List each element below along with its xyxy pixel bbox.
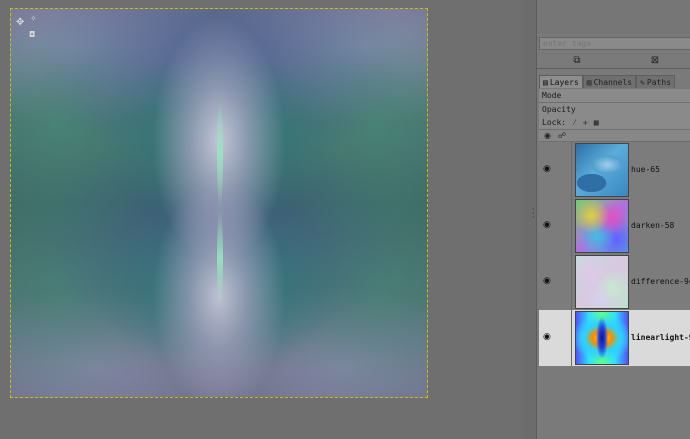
pointer-icon[interactable]: ◘: [29, 30, 35, 40]
tags-input[interactable]: [539, 37, 690, 50]
dock-tabs: ▤ Layers ▥ Channels ✎ Paths: [539, 75, 690, 88]
duplicate-icon[interactable]: ⧉: [570, 55, 584, 67]
layer-row-selected[interactable]: ◉ linearlight-98: [539, 310, 690, 366]
layer-thumbnail: [575, 199, 629, 253]
tab-channels[interactable]: ▥ Channels: [582, 75, 637, 88]
channels-icon: ▥: [586, 77, 592, 87]
drag-handle-icon[interactable]: · · ·: [532, 206, 535, 222]
lock-row: Lock: ⁄ ✛ ▦: [539, 116, 690, 130]
layer-row[interactable]: ◉ difference-94: [539, 254, 690, 310]
layer-thumbnail: [575, 143, 629, 197]
lock-pixels-icon[interactable]: ⁄: [572, 118, 577, 128]
mode-selector[interactable]: Mode: [539, 89, 690, 103]
canvas-navigation[interactable]: ✥ ✧ ◘: [16, 14, 46, 44]
opacity-slider[interactable]: Opacity: [539, 103, 690, 117]
layer-row[interactable]: ◉ darken-58: [539, 198, 690, 254]
layers-icon: ▤: [543, 77, 548, 87]
dock-top-panel: [537, 0, 690, 34]
tab-label: Paths: [646, 77, 672, 87]
layer-name[interactable]: darken-58: [631, 221, 674, 230]
tag-buttons: ⧉ ⊠: [537, 53, 690, 69]
layer-thumbnail: [575, 255, 629, 309]
layer-list-header: ◉ ☍: [539, 130, 690, 142]
layer-row[interactable]: ◉ hue-65: [539, 142, 690, 198]
eye-icon[interactable]: ◉: [543, 220, 551, 230]
right-dock: ⧉ ⊠ ▤ Layers ▥ Channels ✎ Paths Mode Opa…: [536, 0, 690, 439]
divider: [571, 198, 572, 254]
divider: [571, 142, 572, 198]
image-streak-top: [217, 99, 223, 209]
tab-paths[interactable]: ✎ Paths: [636, 75, 676, 88]
layers-list: ◉ hue-65 ◉ darken-58 ◉ difference-94 ◉ l…: [539, 142, 690, 368]
tab-label: Layers: [549, 77, 579, 87]
dock-separator[interactable]: · · ·: [524, 0, 536, 439]
clear-icon[interactable]: ⊠: [648, 55, 662, 67]
divider: [571, 310, 572, 366]
eye-icon[interactable]: ◉: [543, 276, 551, 286]
lock-position-icon[interactable]: ✛: [583, 118, 588, 127]
image-streak-bottom: [217, 209, 223, 309]
visibility-header-eye-icon: ◉: [544, 131, 551, 140]
canvas-area[interactable]: ✥ ✧ ◘: [0, 0, 524, 439]
layer-name[interactable]: linearlight-98: [631, 333, 690, 342]
canvas-image[interactable]: [10, 8, 428, 398]
divider: [537, 68, 690, 69]
layer-thumbnail: [575, 311, 629, 365]
paths-icon: ✎: [640, 77, 645, 87]
link-header-icon: ☍: [558, 131, 567, 140]
layer-name[interactable]: hue-65: [631, 165, 660, 174]
opacity-label: Opacity: [542, 105, 576, 114]
lock-alpha-icon[interactable]: ▦: [594, 118, 599, 127]
mode-label: Mode: [542, 91, 562, 100]
move-arrows-icon[interactable]: ✥: [16, 18, 24, 28]
lock-label: Lock:: [542, 118, 567, 127]
tab-layers[interactable]: ▤ Layers: [539, 75, 583, 88]
tab-label: Channels: [593, 77, 633, 87]
divider: [571, 254, 572, 310]
eye-icon[interactable]: ◉: [543, 332, 551, 342]
zoom-icon[interactable]: ✧: [30, 14, 37, 24]
layer-name[interactable]: difference-94: [631, 277, 690, 286]
eye-icon[interactable]: ◉: [543, 164, 551, 174]
